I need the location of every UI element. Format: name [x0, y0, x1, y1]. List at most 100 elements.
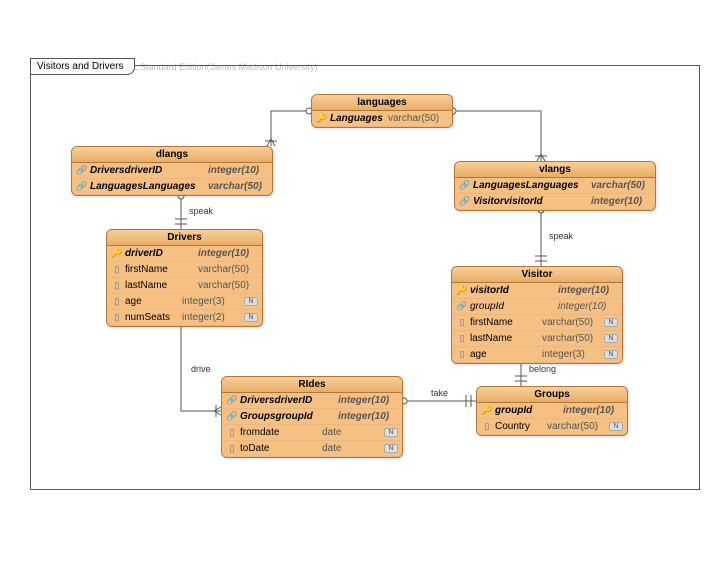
- col-name: DriversdriverID: [88, 165, 208, 176]
- col-name: LanguagesLanguages: [471, 180, 591, 191]
- col-name: visitorId: [468, 285, 558, 296]
- entity-title: Visitor: [452, 267, 622, 283]
- entity-title: languages: [312, 95, 452, 111]
- column-row: ▯ firstName varchar(50) N: [452, 315, 622, 331]
- col-type: integer(10): [563, 405, 623, 416]
- column-row: ▯ Country varchar(50) N: [477, 419, 627, 435]
- entity-drivers[interactable]: Drivers 🔑 driverID integer(10) ▯ firstNa…: [106, 229, 263, 327]
- column-row: 🔗 GroupsgroupId integer(10): [222, 409, 402, 425]
- column-row: 🔑 visitorId integer(10): [452, 283, 622, 299]
- column-row: ▯ firstName varchar(50): [107, 262, 262, 278]
- col-name: groupId: [468, 301, 558, 312]
- entity-dlangs[interactable]: dlangs 🔗 DriversdriverID integer(10) 🔗 L…: [71, 146, 273, 196]
- nullable-badge: N: [384, 428, 398, 437]
- nullable-badge: N: [604, 350, 618, 359]
- col-name: DriversdriverID: [238, 395, 338, 406]
- fk-icon: 🔗: [226, 411, 238, 422]
- fk-icon: 🔗: [226, 395, 238, 406]
- col-type: integer(10): [338, 411, 398, 422]
- col-type: integer(3): [542, 349, 602, 360]
- column-row: 🔗 LanguagesLanguages varchar(50): [455, 178, 655, 194]
- col-name: firstName: [123, 264, 198, 275]
- col-name: GroupsgroupId: [238, 411, 338, 422]
- entity-title: Drivers: [107, 230, 262, 246]
- col-type: integer(2): [182, 312, 242, 323]
- key-icon: 🔑: [111, 248, 123, 259]
- column-row: ▯ age integer(3) N: [452, 347, 622, 363]
- col-name: age: [468, 349, 542, 360]
- col-type: varchar(50): [542, 317, 602, 328]
- entity-title: vlangs: [455, 162, 655, 178]
- column-row: ▯ age integer(3) N: [107, 294, 262, 310]
- col-type: integer(3): [182, 296, 242, 307]
- col-name: toDate: [238, 443, 322, 454]
- col-icon: ▯: [111, 280, 123, 291]
- col-type: varchar(50): [208, 181, 268, 192]
- column-row: 🔗 LanguagesLanguages varchar(50): [72, 179, 272, 195]
- col-type: varchar(50): [198, 264, 258, 275]
- col-type: varchar(50): [591, 180, 651, 191]
- entity-title: Groups: [477, 387, 627, 403]
- col-icon: ▯: [226, 427, 238, 438]
- col-name: Country: [493, 421, 547, 432]
- col-type: integer(10): [208, 165, 268, 176]
- rel-belong: belong: [529, 364, 556, 374]
- fk-icon: 🔗: [459, 196, 471, 207]
- col-name: fromdate: [238, 427, 322, 438]
- column-row: ▯ toDate date N: [222, 441, 402, 457]
- col-name: LanguagesLanguages: [88, 181, 208, 192]
- col-type: date: [322, 443, 382, 454]
- entity-languages[interactable]: languages 🔑 Languages varchar(50): [311, 94, 453, 128]
- entity-groups[interactable]: Groups 🔑 groupId integer(10) ▯ Country v…: [476, 386, 628, 436]
- key-icon: 🔑: [456, 285, 468, 296]
- column-row: 🔑 driverID integer(10): [107, 246, 262, 262]
- col-type: varchar(50): [547, 421, 607, 432]
- col-icon: ▯: [226, 443, 238, 454]
- rel-speak-1: speak: [189, 206, 213, 216]
- fk-icon: 🔗: [456, 301, 468, 312]
- rel-take: take: [431, 388, 448, 398]
- col-icon: ▯: [456, 317, 468, 328]
- nullable-badge: N: [244, 313, 258, 322]
- nullable-badge: N: [604, 318, 618, 327]
- column-row: 🔗 VisitorvisitorId integer(10): [455, 194, 655, 210]
- col-icon: ▯: [481, 421, 493, 432]
- col-type: integer(10): [198, 248, 258, 259]
- col-type: date: [322, 427, 382, 438]
- column-row: ▯ numSeats integer(2) N: [107, 310, 262, 326]
- rel-drive: drive: [191, 364, 211, 374]
- entity-vlangs[interactable]: vlangs 🔗 LanguagesLanguages varchar(50) …: [454, 161, 656, 211]
- column-row: ▯ lastName varchar(50): [107, 278, 262, 294]
- fk-icon: 🔗: [76, 165, 88, 176]
- col-name: Languages: [328, 113, 388, 124]
- column-row: 🔑 Languages varchar(50): [312, 111, 452, 127]
- col-type: varchar(50): [388, 113, 448, 124]
- col-name: lastName: [468, 333, 542, 344]
- entity-visitor[interactable]: Visitor 🔑 visitorId integer(10) 🔗 groupI…: [451, 266, 623, 364]
- fk-icon: 🔗: [459, 180, 471, 191]
- col-icon: ▯: [456, 333, 468, 344]
- column-row: 🔑 groupId integer(10): [477, 403, 627, 419]
- col-icon: ▯: [456, 349, 468, 360]
- column-row: 🔗 DriversdriverID integer(10): [222, 393, 402, 409]
- col-name: age: [123, 296, 182, 307]
- column-row: ▯ lastName varchar(50) N: [452, 331, 622, 347]
- col-type: integer(10): [558, 301, 618, 312]
- diagram-frame: Visitors and Drivers: [30, 65, 700, 490]
- column-row: 🔗 DriversdriverID integer(10): [72, 163, 272, 179]
- col-name: driverID: [123, 248, 198, 259]
- frame-title: Visitors and Drivers: [30, 58, 135, 75]
- column-row: ▯ fromdate date N: [222, 425, 402, 441]
- col-type: integer(10): [591, 196, 651, 207]
- col-icon: ▯: [111, 296, 123, 307]
- col-name: numSeats: [123, 312, 182, 323]
- col-type: varchar(50): [542, 333, 602, 344]
- fk-icon: 🔗: [76, 181, 88, 192]
- col-type: integer(10): [338, 395, 398, 406]
- col-type: varchar(50): [198, 280, 258, 291]
- col-name: VisitorvisitorId: [471, 196, 591, 207]
- entity-rides[interactable]: RIdes 🔗 DriversdriverID integer(10) 🔗 Gr…: [221, 376, 403, 458]
- entity-title: dlangs: [72, 147, 272, 163]
- entity-title: RIdes: [222, 377, 402, 393]
- rel-speak-2: speak: [549, 231, 573, 241]
